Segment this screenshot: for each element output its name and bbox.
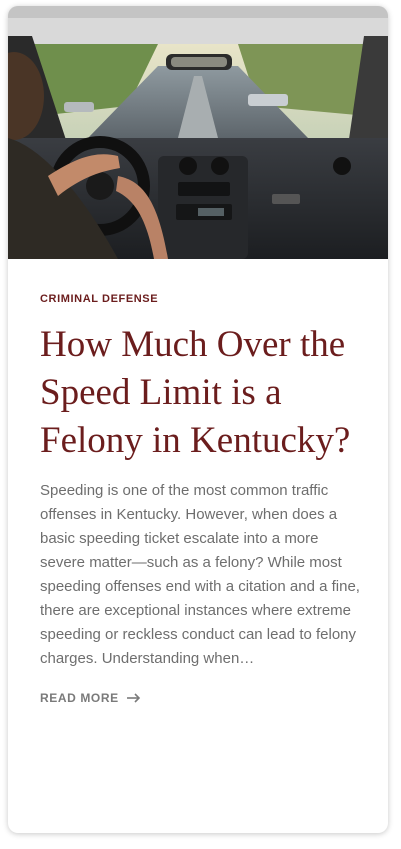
read-more-label: READ MORE <box>40 691 119 705</box>
arrow-right-icon <box>126 693 140 703</box>
post-category-link[interactable]: CRIMINAL DEFENSE <box>40 293 360 305</box>
post-excerpt: Speeding is one of the most common traff… <box>40 482 360 667</box>
post-content: CRIMINAL DEFENSE How Much Over the Speed… <box>40 259 360 707</box>
post-title-link[interactable]: How Much Over the Speed Limit is a Felon… <box>40 321 360 465</box>
read-more-link[interactable]: READ MORE <box>40 691 141 705</box>
post-featured-image[interactable] <box>8 6 388 259</box>
post-card: CRIMINAL DEFENSE How Much Over the Speed… <box>8 6 388 833</box>
